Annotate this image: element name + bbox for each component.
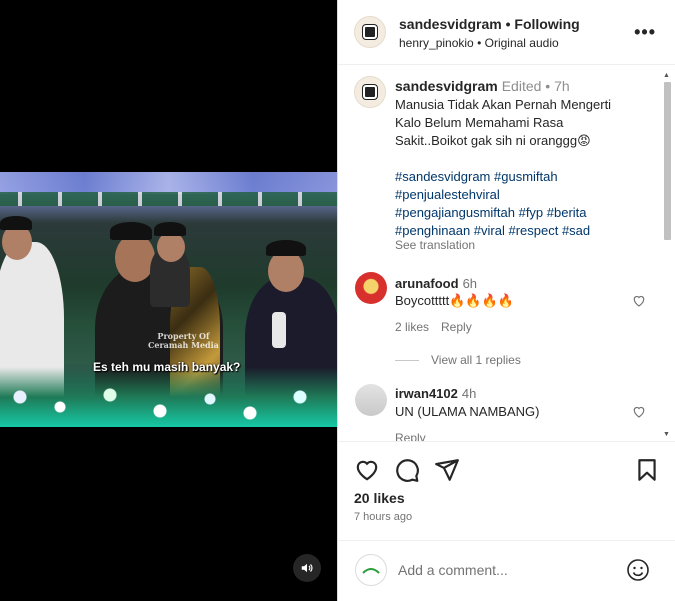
comment-text: Boycottttt🔥🔥🔥🔥 [395,293,514,308]
hashtag-link[interactable]: #penghinaan #viral #respect #sad [395,223,590,238]
smiley-icon[interactable] [626,558,650,582]
comment-username-link[interactable]: irwan4102 [395,386,458,401]
commenter-avatar[interactable] [355,272,387,304]
audio-line: henry_pinokio • Original audio [399,36,559,50]
video-figure-head [268,250,304,292]
comment-username-link[interactable]: arunafood [395,276,459,291]
video-figure-cap [154,222,186,236]
comments-scroll-area[interactable]: sandesvidgram Edited • 7h Manusia Tidak A… [338,66,675,441]
video-flower-arrangement [0,367,337,427]
post-actions: 20 likes 7 hours ago [338,441,675,541]
scroll-down-arrow-icon[interactable]: ▼ [663,431,670,438]
comment-time: 4h [461,386,477,401]
video-figure-head [115,234,155,282]
caption-author-avatar[interactable] [354,76,386,108]
post-header: sandesvidgram • Following henry_pinokio … [338,0,675,65]
comment-time: 6h [462,276,478,291]
video-watermark: Property Of Ceramah Media [148,332,219,350]
speaker-icon [301,563,313,573]
comment-meta: 2 likes Reply [395,320,484,334]
original-audio-link[interactable]: Original audio [485,36,559,50]
comment-meta: Reply [395,431,438,441]
user-logo-icon [362,568,380,574]
video-figure-head [157,232,185,262]
header-user-line: sandesvidgram • Following [399,16,580,32]
more-options-button[interactable]: ••• [634,22,656,43]
video-figure-cap [0,216,32,230]
separator-dot: • [505,16,511,32]
watermark-line: Ceramah Media [148,340,219,350]
post-details-panel: sandesvidgram • Following henry_pinokio … [337,0,675,601]
post-timestamp[interactable]: 7 hours ago [354,511,412,523]
comment-bubble-icon[interactable] [394,457,420,483]
paper-plane-icon[interactable] [434,457,460,483]
replies-divider [395,359,419,361]
comment-input[interactable] [398,559,618,581]
view-replies-label: View all 1 replies [431,353,521,367]
caption-text: Manusia Tidak Akan Pernah Mengerti Kalo … [395,97,612,148]
heart-icon[interactable] [354,457,380,483]
likes-count[interactable]: 20 likes [354,490,405,506]
hashtag-link[interactable]: #pengajiangusmiftah #fyp #berita [395,205,587,220]
audio-author-link[interactable]: henry_pinokio [399,36,474,50]
comment-header: arunafood 6h [395,276,477,291]
avatar-logo-icon [363,85,377,99]
comment-like-heart-icon[interactable] [632,405,646,419]
caption-username-link[interactable]: sandesvidgram [395,78,498,94]
comment-likes-link[interactable]: 2 likes [395,320,429,334]
comment-reply-button[interactable]: Reply [441,320,472,334]
video-garland [0,192,337,206]
caption-header: sandesvidgram Edited • 7h [395,78,570,94]
add-comment-bar [338,540,675,601]
caption-meta: Edited • 7h [501,78,570,94]
see-translation-button[interactable]: See translation [395,238,475,252]
comment-like-heart-icon[interactable] [632,294,646,308]
author-avatar[interactable] [354,16,386,48]
bookmark-icon[interactable] [634,457,660,483]
post-media[interactable]: Property Of Ceramah Media Es teh mu masi… [0,0,337,601]
video-player[interactable]: Property Of Ceramah Media Es teh mu masi… [0,172,337,427]
scroll-up-arrow-icon[interactable]: ▲ [663,72,670,79]
video-stage-lights [0,172,337,194]
hashtag-link[interactable]: #penjualestehviral [395,187,500,202]
caption-hashtags: #sandesvidgram #gusmiftah #penjualestehv… [395,168,635,240]
comment-text: UN (ULAMA NAMBANG) [395,404,540,419]
scrollbar-thumb[interactable] [664,82,671,240]
hashtag-link[interactable]: #sandesvidgram #gusmiftah [395,169,558,184]
comment-header: irwan4102 4h [395,386,476,401]
comment-reply-button[interactable]: Reply [395,431,426,441]
commenter-avatar[interactable] [355,384,387,416]
separator-dot: • [477,36,482,50]
sound-toggle-button[interactable] [293,554,321,582]
author-username-link[interactable]: sandesvidgram [399,16,502,32]
avatar-logo-icon [363,25,377,39]
comments-scrollbar[interactable]: ▲ ▼ [662,70,672,438]
video-figure-cap [266,240,306,256]
current-user-avatar [355,554,387,586]
video-subtitle: Es teh mu masih banyak? [93,360,241,374]
view-replies-button[interactable]: View all 1 replies [395,353,521,367]
video-figure-hand [272,312,286,348]
video-figure-cap [110,222,152,240]
following-button[interactable]: Following [514,16,579,32]
